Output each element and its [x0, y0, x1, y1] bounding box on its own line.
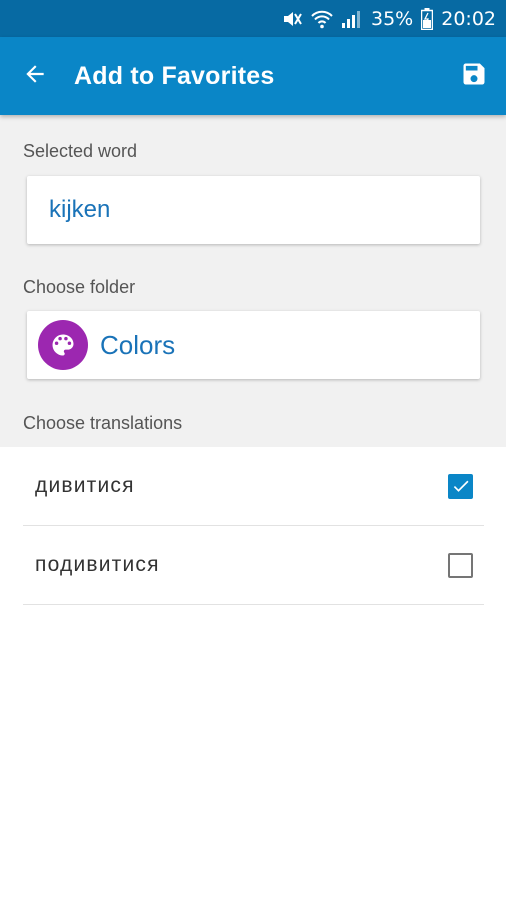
wifi-icon [311, 9, 333, 29]
folder-name: Colors [100, 329, 176, 360]
save-button[interactable] [442, 37, 506, 115]
back-button[interactable] [0, 37, 70, 115]
translation-label: дивитися [35, 474, 135, 497]
battery-icon [421, 7, 434, 30]
checkmark-icon [453, 480, 468, 492]
selected-word-field[interactable]: kijken [27, 176, 480, 244]
clock: 20:02 [441, 7, 496, 30]
selected-word-value: kijken [49, 196, 111, 223]
folder-selector[interactable]: Colors [27, 311, 480, 379]
translation-label: подивитися [35, 553, 160, 576]
page-title: Add to Favorites [74, 61, 275, 90]
selected-word-label: Selected word [23, 141, 138, 161]
translation-row[interactable]: дивитися [23, 447, 484, 526]
choose-folder-label: Choose folder [23, 277, 136, 297]
signal-icon [341, 9, 361, 29]
palette-icon [38, 320, 88, 370]
app-bar: Add to Favorites [0, 37, 506, 115]
translation-row[interactable]: подивитися [23, 526, 484, 605]
mute-icon [281, 9, 303, 29]
status-bar: 35% 20:02 [0, 0, 506, 37]
translation-checkbox[interactable] [448, 473, 473, 499]
translation-checkbox[interactable] [448, 552, 473, 578]
form-area: Selected word kijken Choose folder Color… [0, 115, 506, 447]
save-icon [460, 60, 488, 93]
translations-list: дивитися подивитися [0, 447, 506, 605]
choose-translations-label: Choose translations [23, 413, 183, 433]
battery-percentage: 35% [371, 7, 414, 30]
arrow-back-icon [22, 61, 48, 92]
